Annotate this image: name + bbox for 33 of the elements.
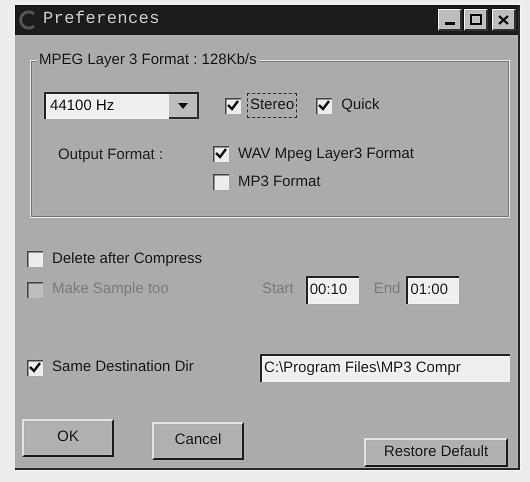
sample-rate-dropdown[interactable]: 44100 Hz <box>44 92 199 119</box>
checkbox[interactable] <box>213 146 229 162</box>
destination-path-field[interactable]: C:\Program Files\MP3 Compr <box>260 354 510 382</box>
output-format-label: Output Format : <box>58 145 164 165</box>
app-icon <box>19 10 37 30</box>
checkbox-label: Stereo <box>248 94 296 117</box>
start-time-value: 00:10 <box>308 280 348 300</box>
checkbox-label: Same Destination Dir <box>51 357 195 378</box>
group-title: MPEG Layer 3 Format : 128Kb/s <box>37 51 259 69</box>
checkbox[interactable] <box>27 360 43 376</box>
dropdown-value: 44100 Hz <box>49 96 114 116</box>
dropdown-arrow-button[interactable] <box>169 94 199 119</box>
cancel-button[interactable]: Cancel <box>152 422 244 460</box>
maximize-button[interactable] <box>464 9 488 31</box>
window-title: Preferences <box>43 9 160 32</box>
destination-path-value: C:\Program Files\MP3 Compr <box>263 358 461 378</box>
checkbox-label: Delete after Compress <box>51 249 204 269</box>
checkbox[interactable] <box>225 98 241 114</box>
restore-default-button[interactable]: Restore Default <box>364 438 508 466</box>
close-icon <box>498 14 509 24</box>
maximize-icon <box>470 14 482 25</box>
checkbox-label: MP3 Format <box>237 172 322 192</box>
checkbox-label: WAV Mpeg Layer3 Format <box>237 144 415 164</box>
checkbox-label: Quick <box>340 95 381 116</box>
minimize-icon <box>444 22 454 25</box>
caret-icon <box>178 102 188 108</box>
close-button[interactable] <box>492 9 516 31</box>
checkbox[interactable] <box>27 251 43 268</box>
end-time-value: 01:00 <box>409 280 448 300</box>
ok-button[interactable]: OK <box>22 418 114 456</box>
checkbox[interactable] <box>213 174 229 190</box>
minimize-button[interactable] <box>438 9 462 31</box>
checkbox[interactable] <box>316 98 332 114</box>
